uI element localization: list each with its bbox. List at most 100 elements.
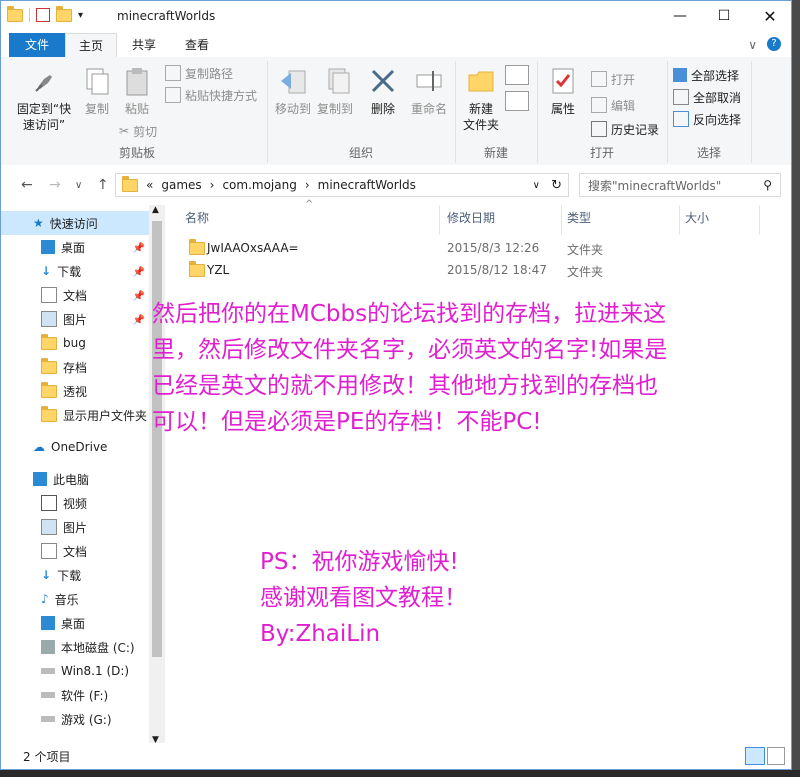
tab-file[interactable]: 文件 [9, 33, 65, 57]
refresh-icon[interactable]: ↻ [551, 178, 562, 193]
copy-path-button[interactable]: 复制路径 [165, 63, 233, 83]
column-divider[interactable] [679, 205, 680, 235]
nav-item-xray[interactable]: 透视 [41, 379, 87, 403]
column-divider[interactable] [759, 205, 760, 235]
pin-icon: 📌 [132, 267, 145, 278]
help-icon[interactable]: ? [767, 37, 781, 51]
nav-label: 桌面 [61, 616, 86, 631]
organize-group: 移动到 复制到 删除 重命名 组织 [267, 61, 456, 163]
nav-pc-desktop[interactable]: 桌面 [41, 611, 85, 635]
dropdown-icon[interactable]: ▾ [78, 10, 83, 21]
nav-pc-documents[interactable]: 文档 [41, 539, 87, 563]
table-row[interactable]: JwIAAOxsAAA= 2015/8/3 12:26 文件夹 [181, 237, 781, 259]
nav-quick-access[interactable]: ★ 快速访问 [1, 211, 149, 235]
nav-label: 软件 (F:) [61, 688, 109, 703]
forward-arrow-icon[interactable]: → [49, 177, 61, 193]
nav-drive-g[interactable]: 游戏 (G:) [41, 707, 112, 731]
nav-onedrive[interactable]: ☁ OneDrive [33, 435, 107, 459]
nav-item-bug[interactable]: bug [41, 331, 86, 355]
cut-label: 剪切 [133, 124, 158, 139]
history-button[interactable]: 历史记录 [591, 119, 659, 139]
column-divider[interactable] [439, 205, 440, 235]
copy-button[interactable]: 复制 [77, 65, 117, 117]
column-header-size[interactable]: 大小 [685, 205, 709, 231]
address-box[interactable]: « games › com.mojang › minecraftWorlds ∨… [115, 173, 569, 197]
nav-drive-d[interactable]: Win8.1 (D:) [41, 659, 129, 683]
copy-to-button[interactable]: 复制到 [315, 65, 355, 117]
scroll-up-icon[interactable]: ▲ [152, 205, 159, 215]
clipboard-group: 固定到“快速访问” 复制 粘贴 复制路径 粘贴快捷方式 ✂ 剪切 剪贴板 [7, 61, 268, 163]
paste-button[interactable]: 粘贴 [117, 65, 157, 117]
select-all-button[interactable]: 全部选择 [673, 65, 739, 85]
new-item-icon[interactable] [505, 65, 529, 85]
nav-item-saves[interactable]: 存档 [41, 355, 87, 379]
collapse-ribbon-icon[interactable]: ∨ [748, 38, 757, 52]
column-header-name[interactable]: 名称 [185, 205, 209, 231]
cut-button[interactable]: ✂ 剪切 [119, 121, 157, 141]
open-button[interactable]: 打开 [591, 69, 635, 89]
edit-button[interactable]: 编辑 [591, 95, 635, 115]
breadcrumb-minecraftworlds[interactable]: minecraftWorlds [318, 178, 416, 192]
video-icon [41, 495, 57, 511]
details-view-icon[interactable] [745, 747, 765, 765]
maximize-button[interactable]: ☐ [701, 1, 747, 31]
properties-button[interactable]: 属性 [541, 65, 585, 117]
drive-icon [41, 668, 55, 674]
nav-label: 快速访问 [49, 216, 98, 231]
nav-pc-music[interactable]: ♪ 音乐 [41, 587, 79, 611]
nav-pc-downloads[interactable]: ↓ 下载 [41, 563, 81, 587]
tab-home[interactable]: 主页 [65, 33, 117, 58]
nav-pc-pictures[interactable]: 图片 [41, 515, 87, 539]
folder-icon [122, 175, 138, 192]
minimize-button[interactable]: — [657, 1, 703, 31]
large-icons-view-icon[interactable] [767, 747, 785, 765]
properties-icon [547, 65, 579, 97]
nav-pc-videos[interactable]: 视频 [41, 491, 87, 515]
table-row[interactable]: YZL 2015/8/12 18:47 文件夹 [181, 259, 781, 281]
copy-path-icon [165, 65, 181, 81]
search-input[interactable]: 搜索"minecraftWorlds" [588, 177, 721, 194]
nav-item-desktop[interactable]: 桌面 [41, 235, 85, 259]
tab-share[interactable]: 共享 [119, 33, 169, 57]
breadcrumb-com-mojang[interactable]: com.mojang [222, 178, 296, 192]
nav-item-pictures[interactable]: 图片 [41, 307, 87, 331]
new-folder-icon[interactable] [56, 5, 72, 22]
search-box[interactable]: 搜索"minecraftWorlds" ⚲ [579, 173, 781, 197]
file-name: YZL [207, 263, 230, 277]
pin-quick-access-button[interactable]: 固定到“快速访问” [11, 65, 77, 133]
pin-icon: 📌 [132, 243, 145, 254]
paste-shortcut-button[interactable]: 粘贴快捷方式 [165, 85, 257, 105]
close-button[interactable]: ✕ [747, 1, 791, 31]
chevron-right-icon[interactable]: › [305, 178, 310, 192]
scissors-icon: ✂ [119, 124, 130, 138]
address-dropdown-icon[interactable]: ∨ [533, 180, 540, 191]
back-arrow-icon[interactable]: ← [21, 177, 33, 193]
search-icon[interactable]: ⚲ [763, 178, 772, 192]
up-arrow-icon[interactable]: ↑ [97, 177, 109, 193]
nav-item-documents[interactable]: 文档 [41, 283, 87, 307]
nav-drive-f[interactable]: 软件 (F:) [41, 683, 108, 707]
recent-dropdown-icon[interactable]: ∨ [75, 180, 82, 191]
nav-drive-c[interactable]: 本地磁盘 (C:) [41, 635, 135, 659]
breadcrumb-games[interactable]: games [161, 178, 201, 192]
easy-access-icon[interactable] [505, 91, 529, 111]
breadcrumb-overflow[interactable]: « [146, 178, 153, 192]
new-folder-button[interactable]: 新建 文件夹 [459, 65, 503, 133]
open-label: 打开 [611, 72, 636, 87]
chevron-right-icon[interactable]: › [210, 178, 215, 192]
nav-item-show-user-folder[interactable]: 显示用户文件夹 [41, 403, 149, 427]
column-header-type[interactable]: 类型 [567, 205, 591, 231]
nav-this-pc[interactable]: 此电脑 [33, 467, 89, 491]
nav-scrollbar[interactable]: ▲ ▼ [149, 205, 165, 745]
column-header-date[interactable]: 修改日期 [447, 205, 495, 231]
column-divider[interactable] [561, 205, 562, 235]
move-to-button[interactable]: 移动到 [273, 65, 313, 117]
select-none-button[interactable]: 全部取消 [673, 87, 741, 107]
properties-check-icon[interactable] [36, 8, 50, 22]
ps-line: 感谢观看图文教程！ [260, 585, 467, 611]
tab-view[interactable]: 查看 [171, 33, 223, 57]
delete-button[interactable]: 删除 [363, 65, 403, 117]
invert-selection-button[interactable]: 反向选择 [673, 109, 741, 129]
rename-button[interactable]: 重命名 [405, 65, 453, 117]
nav-item-downloads[interactable]: ↓ 下载 [41, 259, 81, 283]
